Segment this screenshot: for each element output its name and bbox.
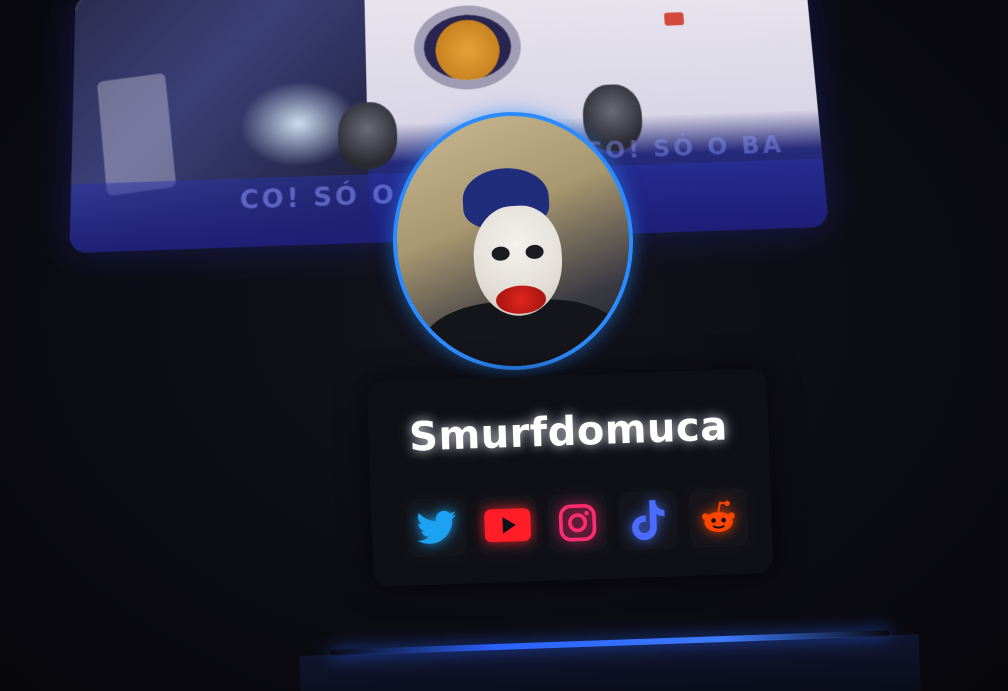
banner-text: CO! SÓ O BA <box>584 131 785 165</box>
profile-card: Smurfdomuca <box>367 368 774 587</box>
instagram-icon <box>557 502 598 543</box>
tiktok-icon <box>630 500 665 541</box>
youtube-link[interactable] <box>477 495 537 555</box>
banner-mascot-logo <box>423 13 513 81</box>
instagram-link[interactable] <box>548 493 608 553</box>
reddit-icon <box>698 497 739 538</box>
youtube-icon <box>484 507 531 543</box>
reddit-link[interactable] <box>689 488 749 548</box>
page: CO! SÓ O BA CO! SÓ O BA Smurfdomuca <box>0 0 1008 691</box>
twitter-link[interactable] <box>407 498 467 558</box>
banner-sticker <box>664 12 684 26</box>
banner-person <box>337 101 398 170</box>
social-links <box>407 487 749 559</box>
tiktok-link[interactable] <box>618 490 678 550</box>
twitter-icon <box>416 510 457 545</box>
username: Smurfdomuca <box>368 402 769 462</box>
